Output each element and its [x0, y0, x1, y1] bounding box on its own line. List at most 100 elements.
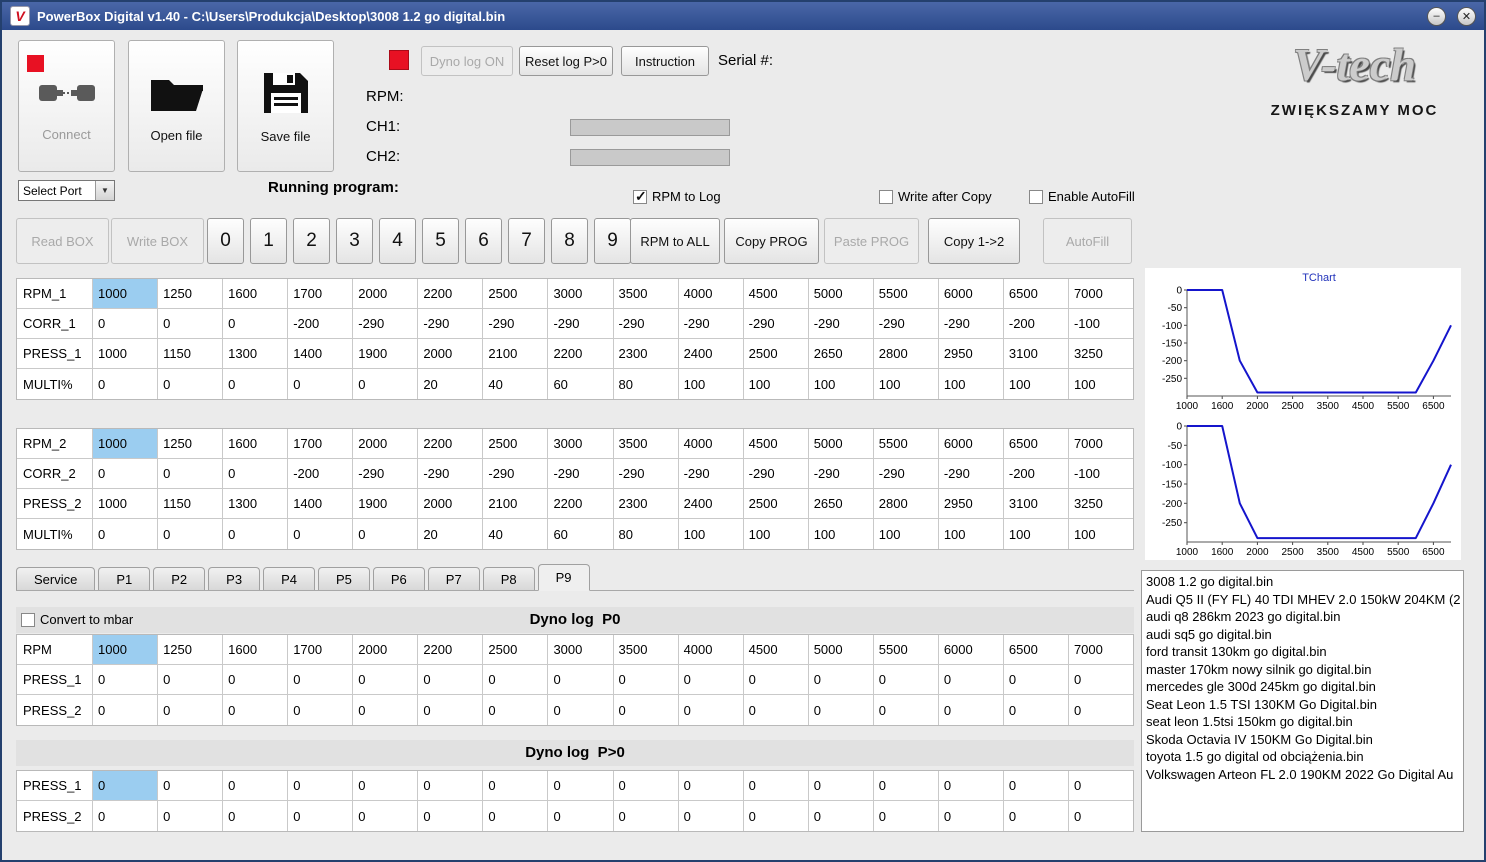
table-cell[interactable]: 1000 [93, 635, 159, 664]
file-item[interactable]: ford transit 130km go digital.bin [1142, 643, 1463, 661]
dyno-log-on-button[interactable]: Dyno log ON [421, 46, 513, 76]
table-cell[interactable]: 1250 [158, 429, 224, 458]
table-cell[interactable]: 6000 [939, 279, 1004, 308]
table-cell[interactable]: 40 [483, 519, 549, 549]
table-cell[interactable]: 0 [288, 665, 354, 694]
table-cell[interactable]: -200 [288, 309, 354, 338]
table-cell[interactable]: 4500 [744, 429, 809, 458]
table-cell[interactable]: 2000 [418, 489, 484, 518]
table-cell[interactable]: 2200 [548, 489, 614, 518]
table-cell[interactable]: -290 [483, 309, 549, 338]
table-cell[interactable]: 0 [223, 771, 289, 800]
table-cell[interactable]: 2200 [418, 279, 484, 308]
table-cell[interactable]: 2000 [353, 635, 419, 664]
program-button-6[interactable]: 6 [465, 218, 502, 264]
program-button-0[interactable]: 0 [207, 218, 244, 264]
table-cell[interactable]: 2500 [744, 339, 809, 368]
program-button-9[interactable]: 9 [594, 218, 631, 264]
write-after-copy-checkbox[interactable]: Write after Copy [879, 189, 992, 204]
table-cell[interactable]: -200 [1004, 309, 1069, 338]
table-cell[interactable]: 1600 [223, 279, 289, 308]
table-cell[interactable]: 0 [223, 801, 289, 831]
table-cell[interactable]: 4000 [679, 279, 744, 308]
tab-service[interactable]: Service [16, 567, 96, 590]
table-cell[interactable]: 7000 [1069, 635, 1133, 664]
table-cell[interactable]: 0 [548, 695, 614, 725]
table-cell[interactable]: 0 [223, 519, 289, 549]
table-cell[interactable]: 40 [483, 369, 549, 399]
table-cell[interactable]: 4500 [744, 279, 809, 308]
table-cell[interactable]: -290 [809, 309, 874, 338]
table-cell[interactable]: 0 [158, 369, 224, 399]
table-cell[interactable]: 0 [288, 695, 354, 725]
table-cell[interactable]: 1900 [353, 489, 419, 518]
table-cell[interactable]: 2500 [483, 429, 549, 458]
file-item[interactable]: master 170km nowy silnik go digital.bin [1142, 661, 1463, 679]
table-cell[interactable]: -290 [548, 459, 614, 488]
table-cell[interactable]: 0 [93, 309, 159, 338]
table-cell[interactable]: 0 [353, 695, 419, 725]
table-cell[interactable]: 0 [939, 801, 1004, 831]
table-cell[interactable]: 1150 [158, 339, 224, 368]
table-cell[interactable]: 100 [809, 369, 874, 399]
table-cell[interactable]: 0 [809, 695, 874, 725]
table-cell[interactable]: 2500 [483, 279, 549, 308]
table-cell[interactable]: 2800 [874, 489, 939, 518]
table-cell[interactable]: 0 [744, 771, 809, 800]
table-cell[interactable]: 1600 [223, 635, 289, 664]
table-cell[interactable]: 100 [1004, 519, 1069, 549]
table-cell[interactable]: -290 [744, 459, 809, 488]
table-cell[interactable]: 1900 [353, 339, 419, 368]
program-button-3[interactable]: 3 [336, 218, 373, 264]
table-cell[interactable]: 0 [809, 771, 874, 800]
table-cell[interactable]: 2200 [418, 635, 484, 664]
table-cell[interactable]: 6500 [1004, 279, 1069, 308]
table-cell[interactable]: 0 [1004, 695, 1069, 725]
table-cell[interactable]: 0 [93, 369, 159, 399]
copy-prog-button[interactable]: Copy PROG [724, 218, 819, 264]
table-cell[interactable]: 7000 [1069, 279, 1133, 308]
table-cell[interactable]: 0 [353, 519, 419, 549]
read-box-button[interactable]: Read BOX [16, 218, 109, 264]
table-cell[interactable]: 0 [223, 369, 289, 399]
table-cell[interactable]: 0 [679, 801, 744, 831]
table-cell[interactable]: 0 [158, 309, 224, 338]
table-cell[interactable]: 0 [353, 771, 419, 800]
table-cell[interactable]: 100 [874, 369, 939, 399]
copy-1-to-2-button[interactable]: Copy 1->2 [928, 218, 1020, 264]
tab-p2[interactable]: P2 [153, 567, 206, 590]
table-cell[interactable]: 2300 [614, 339, 679, 368]
table-cell[interactable]: 2100 [483, 339, 549, 368]
table-cell[interactable]: 0 [158, 695, 224, 725]
save-file-button[interactable]: Save file [237, 40, 334, 172]
table-cell[interactable]: 2300 [614, 489, 679, 518]
minimize-button[interactable]: – [1427, 6, 1446, 26]
table-cell[interactable]: 4000 [679, 635, 744, 664]
table-cell[interactable]: -290 [679, 459, 744, 488]
table-cell[interactable]: 6500 [1004, 635, 1069, 664]
table-cell[interactable]: 20 [418, 369, 484, 399]
table-cell[interactable]: 0 [353, 801, 419, 831]
file-item[interactable]: 3008 1.2 go digital.bin [1142, 573, 1463, 591]
table-cell[interactable]: 6500 [1004, 429, 1069, 458]
table-cell[interactable]: 0 [1069, 771, 1133, 800]
table-cell[interactable]: 0 [874, 801, 939, 831]
table-cell[interactable]: 5500 [874, 635, 939, 664]
table-cell[interactable]: 80 [614, 369, 679, 399]
tab-p3[interactable]: P3 [208, 567, 261, 590]
table-cell[interactable]: 0 [93, 771, 159, 800]
table-cell[interactable]: 2400 [679, 339, 744, 368]
table-cell[interactable]: 0 [93, 459, 159, 488]
open-file-button[interactable]: Open file [128, 40, 225, 172]
table-cell[interactable]: 0 [158, 459, 224, 488]
table-cell[interactable]: 0 [158, 801, 224, 831]
table-cell[interactable]: 1000 [93, 279, 159, 308]
table-cell[interactable]: 100 [744, 519, 809, 549]
table-cell[interactable]: 2100 [483, 489, 549, 518]
tab-p9[interactable]: P9 [537, 564, 590, 591]
table-cell[interactable]: 3500 [614, 429, 679, 458]
program-button-8[interactable]: 8 [551, 218, 588, 264]
table-cell[interactable]: 100 [744, 369, 809, 399]
file-item[interactable]: Audi Q5 II (FY FL) 40 TDI MHEV 2.0 150kW… [1142, 591, 1463, 609]
table-cell[interactable]: 100 [679, 369, 744, 399]
